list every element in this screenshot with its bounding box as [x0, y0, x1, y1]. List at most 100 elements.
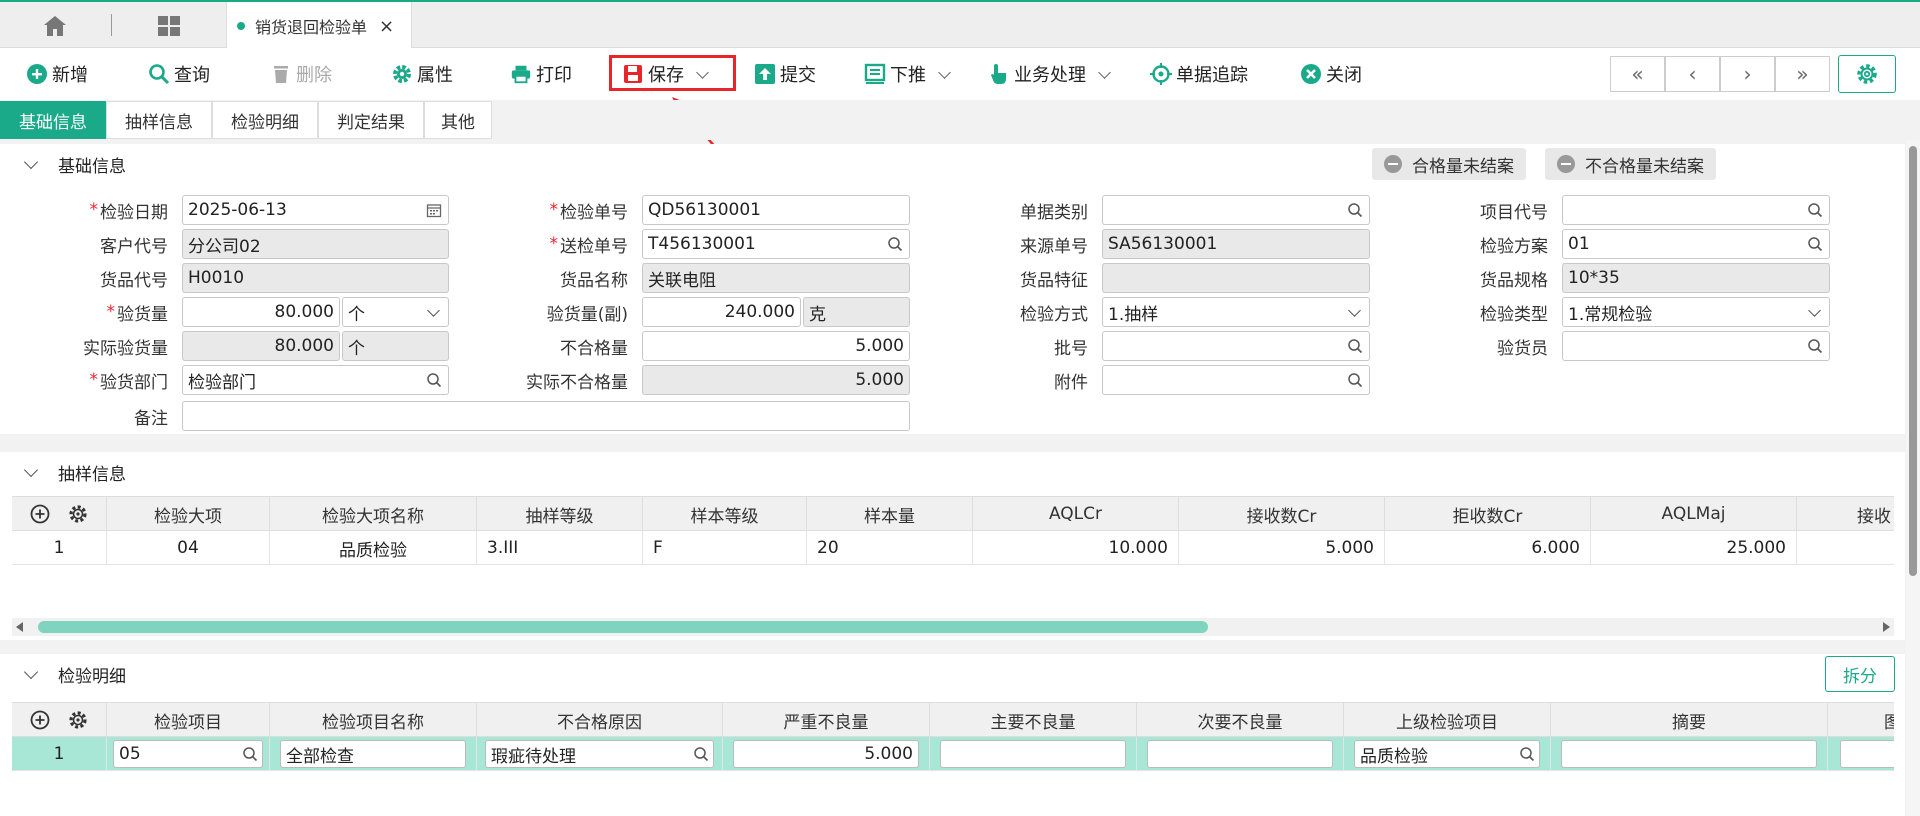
first-record-button[interactable]: «	[1610, 56, 1665, 92]
table-row[interactable]: 1 04 品质检验 3.III F 20 10.000 5.000 6.000 …	[12, 531, 1894, 565]
search-icon[interactable]	[1347, 372, 1363, 388]
scroll-left-arrow-icon[interactable]	[15, 622, 25, 632]
minor-defect-qty-input[interactable]	[1147, 740, 1333, 768]
column-header[interactable]: 样本量	[807, 497, 973, 531]
critical-defect-qty-input[interactable]: 5.000	[733, 740, 919, 768]
new-button[interactable]: 新增	[26, 58, 88, 90]
add-row-icon[interactable]	[30, 710, 50, 730]
table-cell[interactable]	[1828, 737, 1894, 771]
tab-inspection-detail[interactable]: 检验明细	[212, 101, 318, 139]
parent-inspection-item-input[interactable]: 品质检验	[1354, 740, 1540, 768]
summary-input[interactable]	[1561, 740, 1817, 768]
business-process-button[interactable]: 业务处理	[988, 58, 1111, 90]
dept-field[interactable]: 检验部门	[182, 365, 449, 395]
search-icon[interactable]	[1347, 338, 1363, 354]
scroll-right-arrow-icon[interactable]	[1881, 622, 1891, 632]
column-header[interactable]: 拒收数Cr	[1385, 497, 1591, 531]
column-header[interactable]: 检验大项名称	[270, 497, 477, 531]
add-row-icon[interactable]	[30, 504, 50, 524]
table-row[interactable]: 1 05 全部检查 瑕疵待处理 5.000 品质检验	[12, 737, 1894, 771]
inspection-item-name-input[interactable]: 全部检查	[280, 740, 466, 768]
query-button[interactable]: 查询	[148, 58, 210, 90]
send-no-field[interactable]: T456130001	[642, 229, 910, 259]
column-header[interactable]: AQLCr	[973, 497, 1179, 531]
search-icon[interactable]	[1807, 236, 1823, 252]
column-header[interactable]: 检验大项	[107, 497, 270, 531]
table-cell[interactable]	[1551, 737, 1828, 771]
insp-type-select[interactable]: 1.常规检验	[1562, 297, 1830, 327]
column-header[interactable]: 抽样等级	[477, 497, 643, 531]
column-header[interactable]: 检验项目	[107, 703, 270, 737]
table-cell[interactable]: 04	[107, 531, 270, 565]
search-icon[interactable]	[1807, 338, 1823, 354]
print-button[interactable]: 打印	[510, 58, 572, 90]
business-process-chevron-icon[interactable]	[1098, 65, 1111, 79]
inspector-field[interactable]	[1562, 331, 1830, 361]
ng-qty-field[interactable]: 5.000	[642, 331, 910, 361]
column-header[interactable]: 摘要	[1551, 703, 1828, 737]
remark-field[interactable]	[182, 401, 910, 431]
column-settings-gear-icon[interactable]	[68, 710, 88, 730]
scrollbar-thumb[interactable]	[38, 621, 1208, 633]
image-input[interactable]	[1840, 740, 1894, 768]
split-button[interactable]: 拆分	[1825, 656, 1895, 692]
tab-other[interactable]: 其他	[424, 101, 492, 139]
insp-no-field[interactable]: QD56130001	[642, 195, 910, 225]
last-record-button[interactable]: »	[1775, 56, 1830, 92]
table-cell[interactable]	[1137, 737, 1344, 771]
scrollbar-thumb[interactable]	[1909, 146, 1917, 576]
insp-qty-field[interactable]: 80.000	[182, 297, 340, 327]
insp-qty2-field[interactable]: 240.000	[642, 297, 801, 327]
sampling-horizontal-scrollbar[interactable]	[12, 618, 1894, 636]
table-cell[interactable]: 品质检验	[1344, 737, 1551, 771]
collapse-chevron-icon[interactable]	[23, 154, 39, 169]
table-cell[interactable]: 5.000	[723, 737, 930, 771]
search-icon[interactable]	[1807, 202, 1823, 218]
sampling-header[interactable]: 抽样信息	[0, 452, 1905, 492]
table-cell[interactable]: 6.000	[1385, 531, 1591, 565]
defect-reason-input[interactable]: 瑕疵待处理	[485, 740, 714, 768]
search-icon[interactable]	[426, 372, 442, 388]
column-header[interactable]: 样本等级	[643, 497, 807, 531]
collapse-chevron-icon[interactable]	[23, 664, 39, 679]
table-cell[interactable]: 品质检验	[270, 531, 477, 565]
inspection-detail-header[interactable]: 检验明细	[0, 654, 1905, 694]
close-button[interactable]: 关闭	[1300, 58, 1362, 90]
table-cell[interactable]: 05	[107, 737, 270, 771]
properties-button[interactable]: 属性	[391, 58, 453, 90]
table-cell[interactable]: 5.000	[1179, 531, 1385, 565]
column-header[interactable]: 上级检验项目	[1344, 703, 1551, 737]
column-header[interactable]: AQLMaj	[1591, 497, 1797, 531]
column-header[interactable]: 严重不良量	[723, 703, 930, 737]
submit-button[interactable]: 提交	[754, 58, 816, 90]
attachment-field[interactable]	[1102, 365, 1370, 395]
table-cell[interactable]: 全部检查	[270, 737, 477, 771]
table-cell[interactable]: 10.000	[973, 531, 1179, 565]
insp-date-field[interactable]: 2025-06-13	[182, 195, 449, 225]
table-cell[interactable]: 瑕疵待处理	[477, 737, 723, 771]
search-icon[interactable]	[1347, 202, 1363, 218]
push-down-button[interactable]: 下推	[864, 58, 951, 90]
insp-mode-select[interactable]: 1.抽样	[1102, 297, 1370, 327]
page-vertical-scrollbar[interactable]	[1906, 140, 1920, 816]
proj-code-field[interactable]	[1562, 195, 1830, 225]
settings-button[interactable]	[1838, 55, 1896, 93]
column-header[interactable]: 不合格原因	[477, 703, 723, 737]
inspection-item-input[interactable]: 05	[113, 740, 263, 768]
doc-type-field[interactable]	[1102, 195, 1370, 225]
qualified-unclosed-badge[interactable]: 合格量未结案	[1372, 148, 1526, 180]
table-cell[interactable]: F	[643, 531, 807, 565]
search-icon[interactable]	[693, 746, 709, 762]
column-header[interactable]: 检验项目名称	[270, 703, 477, 737]
app-grid-icon[interactable]	[156, 14, 182, 38]
home-icon[interactable]	[40, 14, 70, 38]
table-cell[interactable]: 3.III	[477, 531, 643, 565]
table-cell[interactable]	[930, 737, 1137, 771]
column-header[interactable]: 接收数Cr	[1179, 497, 1385, 531]
column-header[interactable]: 主要不良量	[930, 703, 1137, 737]
close-tab-icon[interactable]: ×	[379, 16, 394, 37]
insp-plan-field[interactable]: 01	[1562, 229, 1830, 259]
next-record-button[interactable]: ›	[1720, 56, 1775, 92]
unqualified-unclosed-badge[interactable]: 不合格量未结案	[1545, 148, 1716, 180]
tab-basic-info[interactable]: 基础信息	[0, 101, 106, 139]
